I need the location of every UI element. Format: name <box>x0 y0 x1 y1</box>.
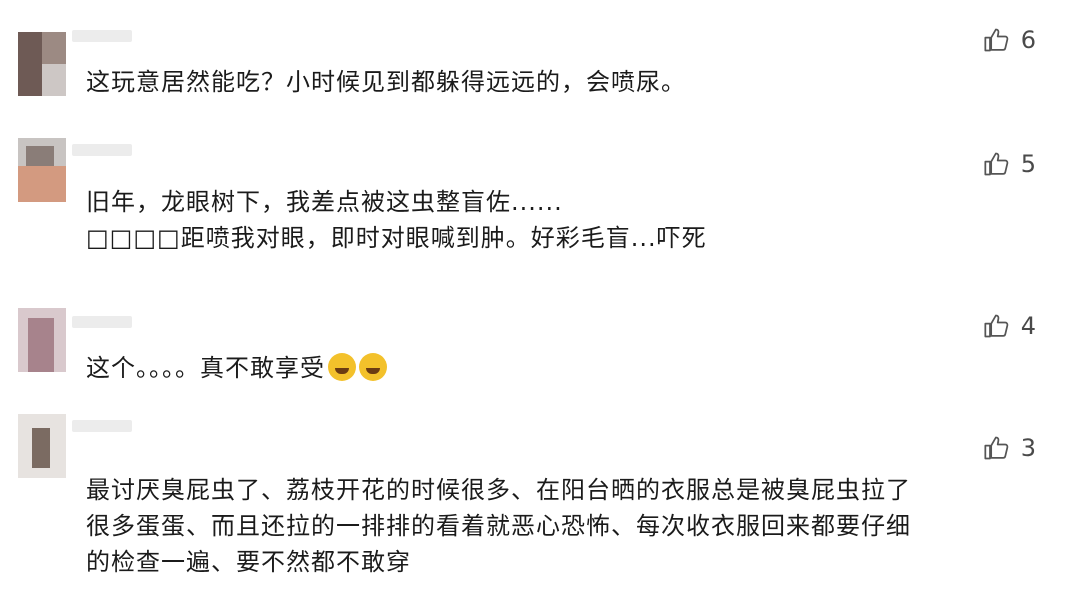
thumbs-up-icon <box>984 152 1009 176</box>
comment-text: 旧年，龙眼树下，我差点被这虫整盲佐...... □□□□距喷我对眼，即时对眼喊到… <box>86 184 707 256</box>
comment-text: 这个。。。。真不敢享受 <box>86 350 387 386</box>
avatar[interactable] <box>18 138 66 202</box>
comment-line: 这个。。。。真不敢享受 <box>86 354 325 382</box>
like-count: 4 <box>1020 312 1036 340</box>
like-button[interactable]: 3 <box>983 434 1036 462</box>
tears-of-joy-emoji-icon <box>359 353 387 381</box>
like-button[interactable]: 5 <box>983 150 1036 178</box>
avatar[interactable] <box>18 308 66 372</box>
comment-line: 的检查一遍、要不然都不敢穿 <box>86 548 411 576</box>
username-blurred[interactable] <box>72 30 132 42</box>
comment: 4 这个。。。。真不敢享受 <box>0 308 1080 392</box>
like-count: 5 <box>1020 150 1036 178</box>
like-button[interactable]: 4 <box>983 312 1036 340</box>
like-count: 6 <box>1020 26 1036 54</box>
comment: 3 最讨厌臭屁虫了、荔枝开花的时候很多、在阳台晒的衣服总是被臭屁虫拉了 很多蛋蛋… <box>0 414 1080 594</box>
thumbs-up-icon <box>984 436 1009 460</box>
comment: 6 这玩意居然能吃？小时候见到都躲得远远的，会喷尿。 <box>0 26 1080 116</box>
username-blurred[interactable] <box>72 316 132 328</box>
username-blurred[interactable] <box>72 420 132 432</box>
comment-line: 旧年，龙眼树下，我差点被这虫整盲佐...... <box>86 188 563 216</box>
like-button[interactable]: 6 <box>983 26 1036 54</box>
comment-line: 最讨厌臭屁虫了、荔枝开花的时候很多、在阳台晒的衣服总是被臭屁虫拉了 <box>86 476 911 504</box>
username-blurred[interactable] <box>72 144 132 156</box>
thumbs-up-icon <box>984 28 1009 52</box>
avatar[interactable] <box>18 414 66 478</box>
avatar[interactable] <box>18 32 66 96</box>
comment-line: 很多蛋蛋、而且还拉的一排排的看着就恶心恐怖、每次收衣服回来都要仔细 <box>86 512 911 540</box>
comment-line: 这玩意居然能吃？小时候见到都躲得远远的，会喷尿。 <box>86 68 686 96</box>
comment-text: 最讨厌臭屁虫了、荔枝开花的时候很多、在阳台晒的衣服总是被臭屁虫拉了 很多蛋蛋、而… <box>86 472 911 580</box>
like-count: 3 <box>1020 434 1036 462</box>
thumbs-up-icon <box>984 314 1009 338</box>
comment-line: □□□□距喷我对眼，即时对眼喊到肿。好彩毛盲...吓死 <box>86 224 707 252</box>
comment-text: 这玩意居然能吃？小时候见到都躲得远远的，会喷尿。 <box>86 64 686 100</box>
comment: 5 旧年，龙眼树下，我差点被这虫整盲佐...... □□□□距喷我对眼，即时对眼… <box>0 138 1080 270</box>
rolling-laughing-emoji-icon <box>328 353 356 381</box>
